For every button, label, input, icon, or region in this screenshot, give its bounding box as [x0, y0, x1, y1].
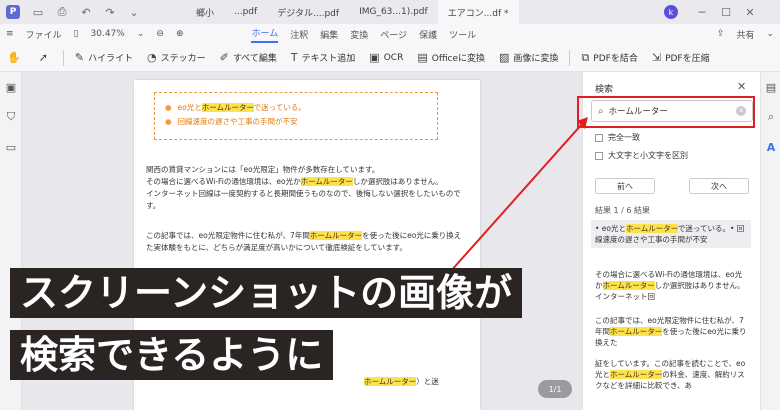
menu-bar: ≡ ファイル ▯ 30.47% ⌄ ⊖ ⊕ ホーム 注釈 編集 変換 ページ 保… — [0, 24, 780, 44]
hand-tool[interactable]: ✋ — [7, 51, 25, 64]
app-logo: P — [6, 5, 20, 19]
save-icon[interactable]: ▭ — [30, 4, 46, 20]
paragraph-1: 関西の賃貸マンションには「eo光限定」物件が多数存在しています。 その場合に選べ… — [146, 165, 461, 210]
compress-icon: ⇲ — [651, 51, 662, 64]
maximize-icon[interactable]: ☐ — [718, 4, 734, 20]
edit-icon: ✐ — [219, 51, 229, 64]
toolbar: ✋ ➚ ✎ ハイライト ◔ ステッカー ✐ すべて編集 T テキスト追加 ▣ OCR ▤ O… — [0, 44, 780, 72]
doc-tab-4[interactable]: IMG_63...1).pdf — [349, 0, 438, 24]
bookmark-icon[interactable]: ⛉ — [0, 102, 22, 132]
tab-page[interactable]: ページ — [380, 28, 407, 41]
tab-tools[interactable]: ツール — [449, 28, 476, 41]
tab-edit[interactable]: 編集 — [320, 28, 338, 41]
panel-title: 検索 — [595, 85, 614, 95]
prev-button[interactable]: 前へ — [595, 178, 655, 194]
sticker-button[interactable]: ◔ ステッカー — [147, 51, 206, 64]
add-text-button[interactable]: T テキスト追加 — [291, 51, 355, 64]
image-convert-button[interactable]: ▨ 画像に変換 — [499, 51, 558, 64]
text-icon: T — [290, 51, 298, 64]
bottom-line: ホームルーター）と迷 — [364, 377, 439, 386]
case-sensitive-checkbox[interactable]: 大文字と小文字を区別 — [595, 150, 688, 161]
hamburger-icon[interactable]: ≡ — [6, 29, 14, 39]
tab-home[interactable]: ホーム — [251, 26, 279, 43]
office-convert-button[interactable]: ▤ Officeに変換 — [417, 51, 485, 64]
sticker-icon: ◔ — [146, 51, 157, 64]
dropdown-icon[interactable]: ⌄ — [126, 4, 142, 20]
ai-icon[interactable]: A — [761, 132, 780, 162]
zoom-level[interactable]: 30.47% — [91, 29, 125, 39]
image-icon: ▨ — [499, 51, 510, 64]
next-button[interactable]: 次へ — [689, 178, 749, 194]
page-indicator[interactable]: 1/1 — [538, 380, 572, 398]
chevron-down-icon[interactable]: ⌄ — [766, 29, 774, 39]
upload-icon[interactable]: ⇪ — [717, 29, 725, 39]
tab-annotate[interactable]: 注釈 — [290, 28, 308, 41]
zoom-out-icon[interactable]: ⊖ — [156, 29, 164, 39]
highlight-button[interactable]: ✎ ハイライト — [75, 51, 133, 64]
cursor-icon: ➚ — [38, 51, 48, 64]
combine-pdf-button[interactable]: ⧉ PDFを結合 — [581, 51, 637, 65]
file-menu[interactable]: ファイル — [26, 28, 62, 41]
bullet-2: ● 回線速度の遅さや工事の手間が不安 — [165, 117, 298, 126]
tab-convert[interactable]: 変換 — [350, 28, 368, 41]
caption-line-2: 検索できるように — [10, 330, 334, 380]
close-icon[interactable]: ✕ — [737, 80, 746, 93]
compress-pdf-button[interactable]: ⇲ PDFを圧縮 — [652, 51, 710, 64]
search-panel-icon[interactable]: ⌕ — [761, 102, 780, 132]
result-count: 結果 1 / 6 結果 — [595, 206, 651, 215]
paragraph-2: この記事では、eo光限定物件に住む私が、7年間ホームルーターを使った後にeo光に… — [146, 231, 462, 252]
zoom-in-icon[interactable]: ⊕ — [176, 29, 184, 39]
properties-icon[interactable]: ▤ — [761, 72, 780, 102]
search-highlight-frame — [577, 96, 755, 128]
minimize-icon[interactable]: ─ — [694, 4, 710, 20]
select-tool[interactable]: ➚ — [39, 51, 52, 64]
search-result[interactable]: その場合に選べるWi-Fiの通信環境は、eo光かホームルーターしか選択肢はありま… — [591, 266, 751, 305]
redo-icon[interactable]: ↷ — [102, 4, 118, 20]
hand-icon: ✋ — [7, 51, 21, 64]
caption-line-1: スクリーンショットの画像が — [10, 268, 523, 318]
edit-all-button[interactable]: ✐ すべて編集 — [220, 51, 277, 64]
right-rail: ▤ ⌕ A — [760, 72, 780, 410]
tab-protect[interactable]: 保護 — [419, 28, 437, 41]
combine-icon: ⧉ — [581, 50, 590, 64]
highlighter-icon: ✎ — [74, 51, 85, 64]
doc-tab-3[interactable]: デジタル....pdf — [267, 0, 349, 24]
exact-match-checkbox[interactable]: 完全一致 — [595, 132, 640, 143]
search-result[interactable]: 証をしています。この記事を読むことで、eo光とホームルーターの料金、速度、解約リ… — [591, 355, 751, 394]
bullet-1: ● eo光とホームルーターで迷っている。 — [165, 103, 306, 112]
summary-box: ● eo光とホームルーターで迷っている。 ● 回線速度の遅さや工事の手間が不安 — [154, 92, 438, 140]
close-window-icon[interactable]: ✕ — [742, 4, 758, 20]
title-bar: P ▭ ⎙ ↶ ↷ ⌄ 鄉小 ...pdf デジタル....pdf IMG_63… — [0, 0, 780, 24]
comment-icon[interactable]: ▭ — [0, 132, 22, 162]
zoom-dropdown-icon[interactable]: ⌄ — [137, 29, 145, 39]
page-icon[interactable]: ▯ — [74, 29, 79, 39]
doc-tab-1[interactable]: 鄉小 — [186, 0, 224, 24]
doc-tab-2[interactable]: ...pdf — [224, 0, 267, 24]
ocr-icon: ▣ — [369, 51, 380, 64]
undo-icon[interactable]: ↶ — [78, 4, 94, 20]
search-result[interactable]: この記事では、eo光限定物件に住む私が、7年間ホームルーターを使った後にeo光に… — [591, 312, 751, 351]
print-icon[interactable]: ⎙ — [54, 4, 70, 20]
avatar[interactable]: k — [664, 5, 678, 19]
office-icon: ▤ — [417, 51, 428, 64]
ocr-button[interactable]: ▣ OCR — [369, 51, 403, 64]
doc-tab-5[interactable]: エアコン...df * — [437, 0, 519, 24]
thumbnails-icon[interactable]: ▣ — [0, 72, 22, 102]
share-button[interactable]: 共有 — [736, 28, 754, 41]
search-result[interactable]: • eo光とホームルーターで迷っている。• 回線速度の遅さや工事の手間が不安 — [591, 220, 751, 248]
